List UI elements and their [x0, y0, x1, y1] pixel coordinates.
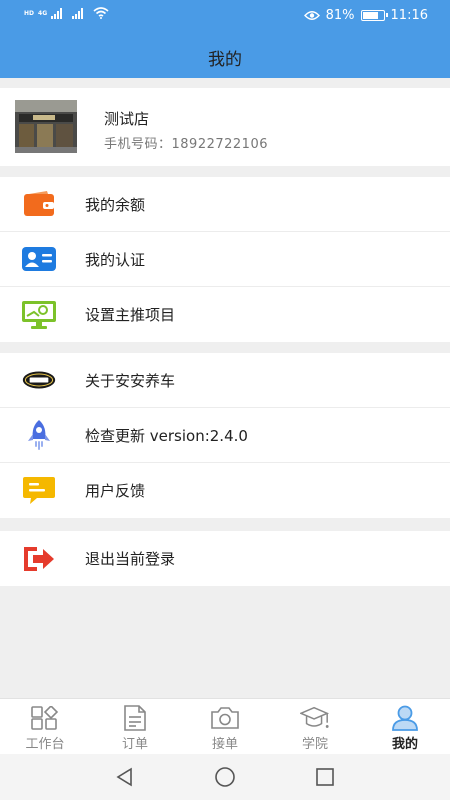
menu-item-balance[interactable]: 我的余额: [0, 177, 450, 232]
wifi-icon: [93, 7, 109, 19]
tab-orders[interactable]: 订单: [90, 699, 180, 754]
network-gen-label: 4G: [38, 9, 48, 17]
hd-indicator: HD: [24, 9, 35, 17]
menu-label: 检查更新 version:2.4.0: [85, 426, 248, 445]
shop-name: 测试店: [104, 110, 150, 128]
menu-item-logout[interactable]: 退出当前登录: [0, 531, 450, 586]
tab-label: 接单: [211, 737, 238, 752]
tab-label: 订单: [121, 737, 148, 752]
menu-group-app: 关于安安养车 检查更新 version:2.4.0 用户反馈: [0, 353, 450, 518]
home-icon[interactable]: [212, 764, 238, 790]
tab-receive-orders[interactable]: 接单: [180, 699, 270, 754]
menu-item-about[interactable]: 关于安安养车: [0, 353, 450, 408]
page-title: 我的: [208, 50, 242, 70]
menu-label: 退出当前登录: [85, 550, 176, 568]
recent-apps-icon[interactable]: [312, 764, 338, 790]
tab-workbench[interactable]: 工作台: [0, 699, 90, 754]
signal-icon: [51, 7, 63, 19]
menu-group-logout: 退出当前登录: [0, 531, 450, 586]
menu-item-featured-project[interactable]: 设置主推项目: [0, 287, 450, 342]
header: HD 4G 81% 11:16 我的: [0, 0, 450, 78]
status-bar: HD 4G 81% 11:16: [0, 0, 450, 32]
wallet-icon: [22, 189, 56, 219]
tab-mine[interactable]: 我的: [360, 699, 450, 754]
order-icon: [120, 705, 150, 731]
monitor-icon: [22, 300, 56, 330]
user-icon: [390, 705, 420, 731]
eye-comfort-icon: [303, 11, 320, 20]
network-indicators: HD 4G: [24, 7, 109, 19]
signal-icon-2: [72, 7, 84, 19]
tab-label: 工作台: [25, 737, 65, 752]
academy-icon: [300, 705, 330, 731]
brand-logo-icon: [22, 365, 56, 395]
phone-number: 手机号码：18922722106: [104, 137, 268, 152]
menu-label: 我的认证: [85, 250, 146, 269]
menu-label: 关于安安养车: [85, 371, 176, 390]
feedback-icon: [22, 476, 56, 506]
workbench-icon: [30, 705, 60, 731]
bottom-tab-bar: 工作台 订单 接单 学院 我的: [0, 698, 450, 754]
id-card-icon: [22, 244, 56, 274]
logout-icon: [22, 544, 56, 574]
menu-group-account: 我的余额 我的认证 设置主推项目: [0, 177, 450, 342]
menu-label: 我的余额: [85, 195, 146, 214]
menu-item-verification[interactable]: 我的认证: [0, 232, 450, 287]
camera-icon: [210, 705, 240, 731]
menu-item-feedback[interactable]: 用户反馈: [0, 463, 450, 518]
battery-icon: [360, 10, 388, 21]
status-right: 81% 11:16: [303, 8, 428, 23]
menu-item-check-update[interactable]: 检查更新 version:2.4.0: [0, 408, 450, 463]
menu-label: 设置主推项目: [85, 306, 176, 324]
shop-photo: [15, 100, 77, 153]
tab-label: 我的: [391, 737, 418, 752]
system-nav-bar: [0, 754, 450, 800]
menu-label: 用户反馈: [85, 482, 146, 500]
clock: 11:16: [390, 8, 428, 23]
battery-percent: 81%: [325, 8, 355, 23]
tab-label: 学院: [301, 737, 328, 752]
profile-card[interactable]: 测试店 手机号码：18922722106: [0, 88, 450, 166]
tab-academy[interactable]: 学院: [270, 699, 360, 754]
rocket-icon: [22, 420, 56, 450]
back-icon[interactable]: [112, 764, 138, 790]
